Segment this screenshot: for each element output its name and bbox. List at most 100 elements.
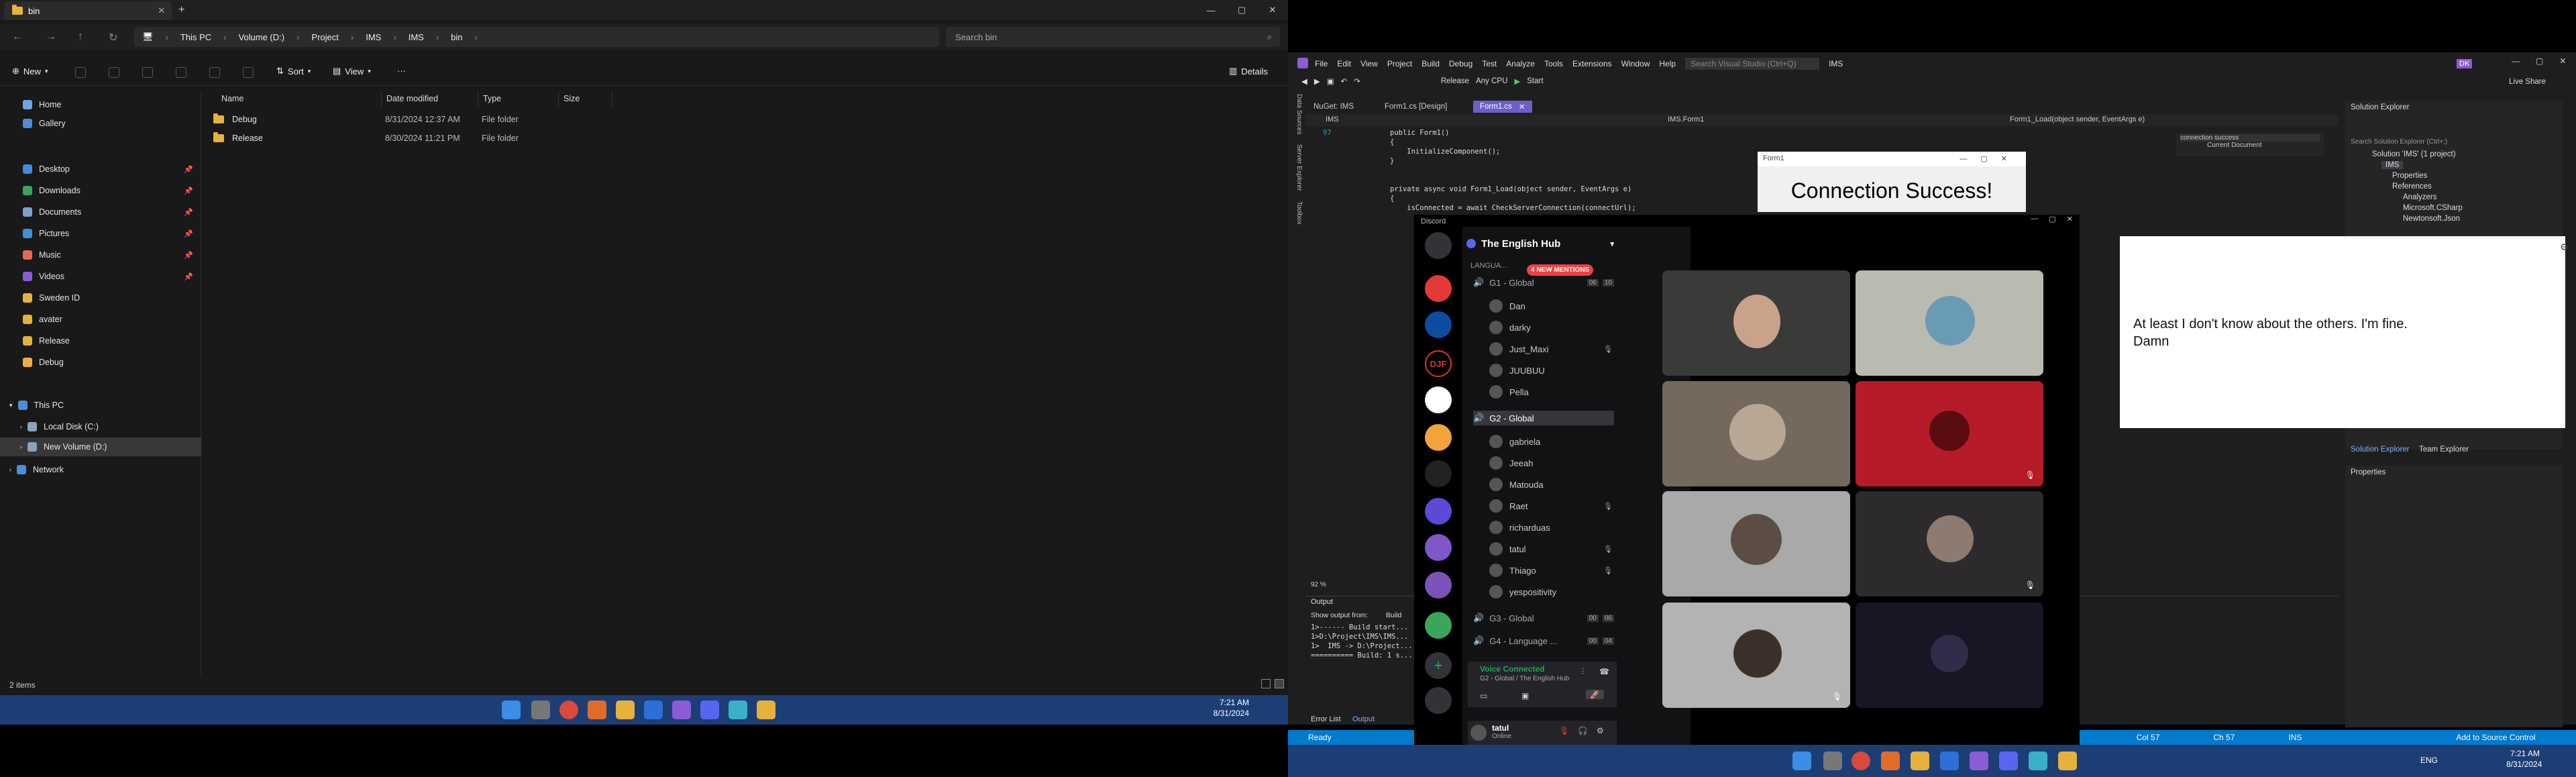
server-icon[interactable] [1425,460,1452,487]
close-icon[interactable]: ✕ [1257,0,1288,20]
side-tab-server-explorer[interactable]: Server Explorer [1295,144,1303,191]
form1-window-controls[interactable]: —▢✕ [1960,154,2021,164]
tree-solution[interactable]: Solution 'IMS' (1 project) [2372,150,2456,158]
more-button[interactable]: ··· [397,66,406,76]
voice-user[interactable]: JUUBUU [1489,361,1617,380]
menu-edit[interactable]: Edit [1337,59,1351,68]
voice-channel-g4[interactable]: 🔊 G4 - Language ... 00 04 [1473,633,1614,648]
nav-gallery[interactable]: Gallery [0,114,201,133]
back-icon[interactable]: ← [12,31,23,43]
undo-icon[interactable]: ↶ [1341,76,1348,86]
nav-avater[interactable]: avater [0,310,201,329]
column-divider[interactable] [381,91,382,107]
side-tab-data-sources[interactable]: Data Sources [1295,94,1303,135]
nav-sweden-id[interactable]: Sweden ID [0,289,201,307]
app-icon[interactable] [2058,752,2077,770]
disconnect-icon[interactable]: ☎ [1599,667,1609,676]
nav-project-dropdown[interactable]: IMS [1326,115,1339,123]
tab-form-code[interactable]: Form1.cs ✕ [1473,101,1532,113]
breadcrumb-bin[interactable]: bin [451,32,462,42]
discover-icon[interactable] [1425,687,1452,714]
voice-user[interactable]: Pella [1489,382,1617,401]
nav-release[interactable]: Release [0,331,201,350]
tab-bin[interactable]: bin ✕ [4,1,172,20]
discord-home-icon[interactable] [1425,232,1452,259]
video-tile[interactable]: 🎙 [1856,491,2043,597]
details-button[interactable]: ▥ Details [1229,66,1268,76]
chrome-icon[interactable] [1851,752,1870,770]
tree-project[interactable]: IMS [2381,161,2404,169]
task-view-icon[interactable] [1823,752,1842,770]
zoom-level[interactable]: 92 % [1311,581,1326,588]
video-tile[interactable] [1856,603,2043,708]
voice-user[interactable]: Dan [1489,297,1617,315]
play-icon[interactable]: ▶ [1514,76,1520,86]
forward-icon[interactable]: ▶ [1314,76,1320,86]
file-explorer-icon[interactable] [1911,752,1929,770]
voice-channel-g3[interactable]: 🔊 G3 - Global 00 06 [1473,611,1614,625]
maximize-icon[interactable]: ▢ [2049,215,2055,223]
pin-icon[interactable]: 📌 [184,229,193,238]
nav-class-dropdown[interactable]: IMS.Form1 [1668,115,1704,123]
category-label[interactable]: LANGUA... [1470,262,1507,270]
clock-date[interactable]: 8/31/2024 [1205,709,1249,718]
file-row[interactable]: Release 8/30/2024 11:21 PM File folder [208,130,610,146]
app-icon[interactable] [588,701,606,719]
menu-help[interactable]: Help [1659,59,1676,68]
menu-extensions[interactable]: Extensions [1572,59,1612,68]
nav-debug[interactable]: Debug [0,353,201,372]
nav-this-pc[interactable]: ▾ This PC [0,396,201,415]
find-scope-dropdown[interactable]: Current Document [2180,142,2320,149]
noise-suppression-icon[interactable]: ⫶ [1582,667,1584,677]
breadcrumb-this-pc[interactable]: This PC [180,32,211,42]
minimize-icon[interactable]: — [2512,56,2520,66]
address-bar[interactable]: 🖥 › This PC › Volume (D:) › Project › IM… [134,27,939,47]
sort-button[interactable]: ⇅ Sort ▾ [276,66,311,76]
clock-time[interactable]: 7:21 AM [1209,698,1249,707]
language-indicator[interactable]: ENG [2420,756,2438,765]
server-icon[interactable] [1425,424,1452,451]
pin-icon[interactable]: 📌 [184,165,193,174]
nav-videos[interactable]: Videos 📌 [0,267,201,286]
server-icon[interactable]: DJF [1425,350,1452,377]
menu-window[interactable]: Window [1621,59,1650,68]
breadcrumb-volume[interactable]: Volume (D:) [238,32,284,42]
self-username[interactable]: tatul [1492,723,1509,733]
muted-mic-icon[interactable]: 🎙 [1559,726,1569,735]
server-icon[interactable] [1425,534,1452,561]
forward-icon[interactable]: → [46,31,56,43]
activity-icon[interactable]: 🚀 [1586,690,1604,699]
tab-form-design[interactable]: Form1.cs [Design] [1378,101,1454,113]
server-icon[interactable] [1425,572,1452,599]
voice-status[interactable]: Voice Connected [1480,664,1544,674]
close-tab-icon[interactable]: ✕ [1519,102,1525,111]
new-mentions-badge[interactable]: 4 NEW MENTIONS [1527,264,1594,276]
view-button[interactable]: ▤ View ▾ [333,66,371,76]
tree-properties[interactable]: Properties [2392,172,2427,180]
menu-view[interactable]: View [1360,59,1378,68]
outlook-icon[interactable] [644,701,663,719]
vs-search-input[interactable]: Search Visual Studio (Ctrl+Q) [1685,58,1820,70]
live-share-button[interactable]: Live Share [2509,78,2546,86]
server-icon[interactable] [1425,498,1452,525]
video-tile[interactable] [1856,270,2043,376]
side-tab-toolbox[interactable]: Toolbox [1295,201,1303,224]
voice-user[interactable]: tatul 🎙 [1489,539,1617,558]
tab-team-explorer[interactable]: Team Explorer [2419,446,2469,454]
discord-icon[interactable] [700,701,719,719]
share-icon[interactable] [209,67,220,78]
nav-pictures[interactable]: Pictures 📌 [0,224,201,243]
start-button[interactable]: Start [1527,77,1543,85]
voice-user[interactable]: Raet 🎙 [1489,497,1617,515]
video-tile[interactable] [1662,270,1850,376]
menu-analyze[interactable]: Analyze [1506,59,1535,68]
chrome-icon[interactable] [559,701,578,719]
voice-user[interactable]: richarduas [1489,518,1617,537]
new-button[interactable]: ⊕ New ▾ [12,66,48,76]
maximize-icon[interactable]: ▢ [1226,0,1257,20]
voice-channel-g1[interactable]: 🔊 G1 - Global 06 10 [1473,275,1614,290]
video-tile[interactable] [1662,381,1850,486]
new-tab-icon[interactable]: + [178,4,184,16]
nav-music[interactable]: Music 📌 [0,246,201,264]
search-input[interactable]: Search bin ⌕ [946,27,1280,47]
